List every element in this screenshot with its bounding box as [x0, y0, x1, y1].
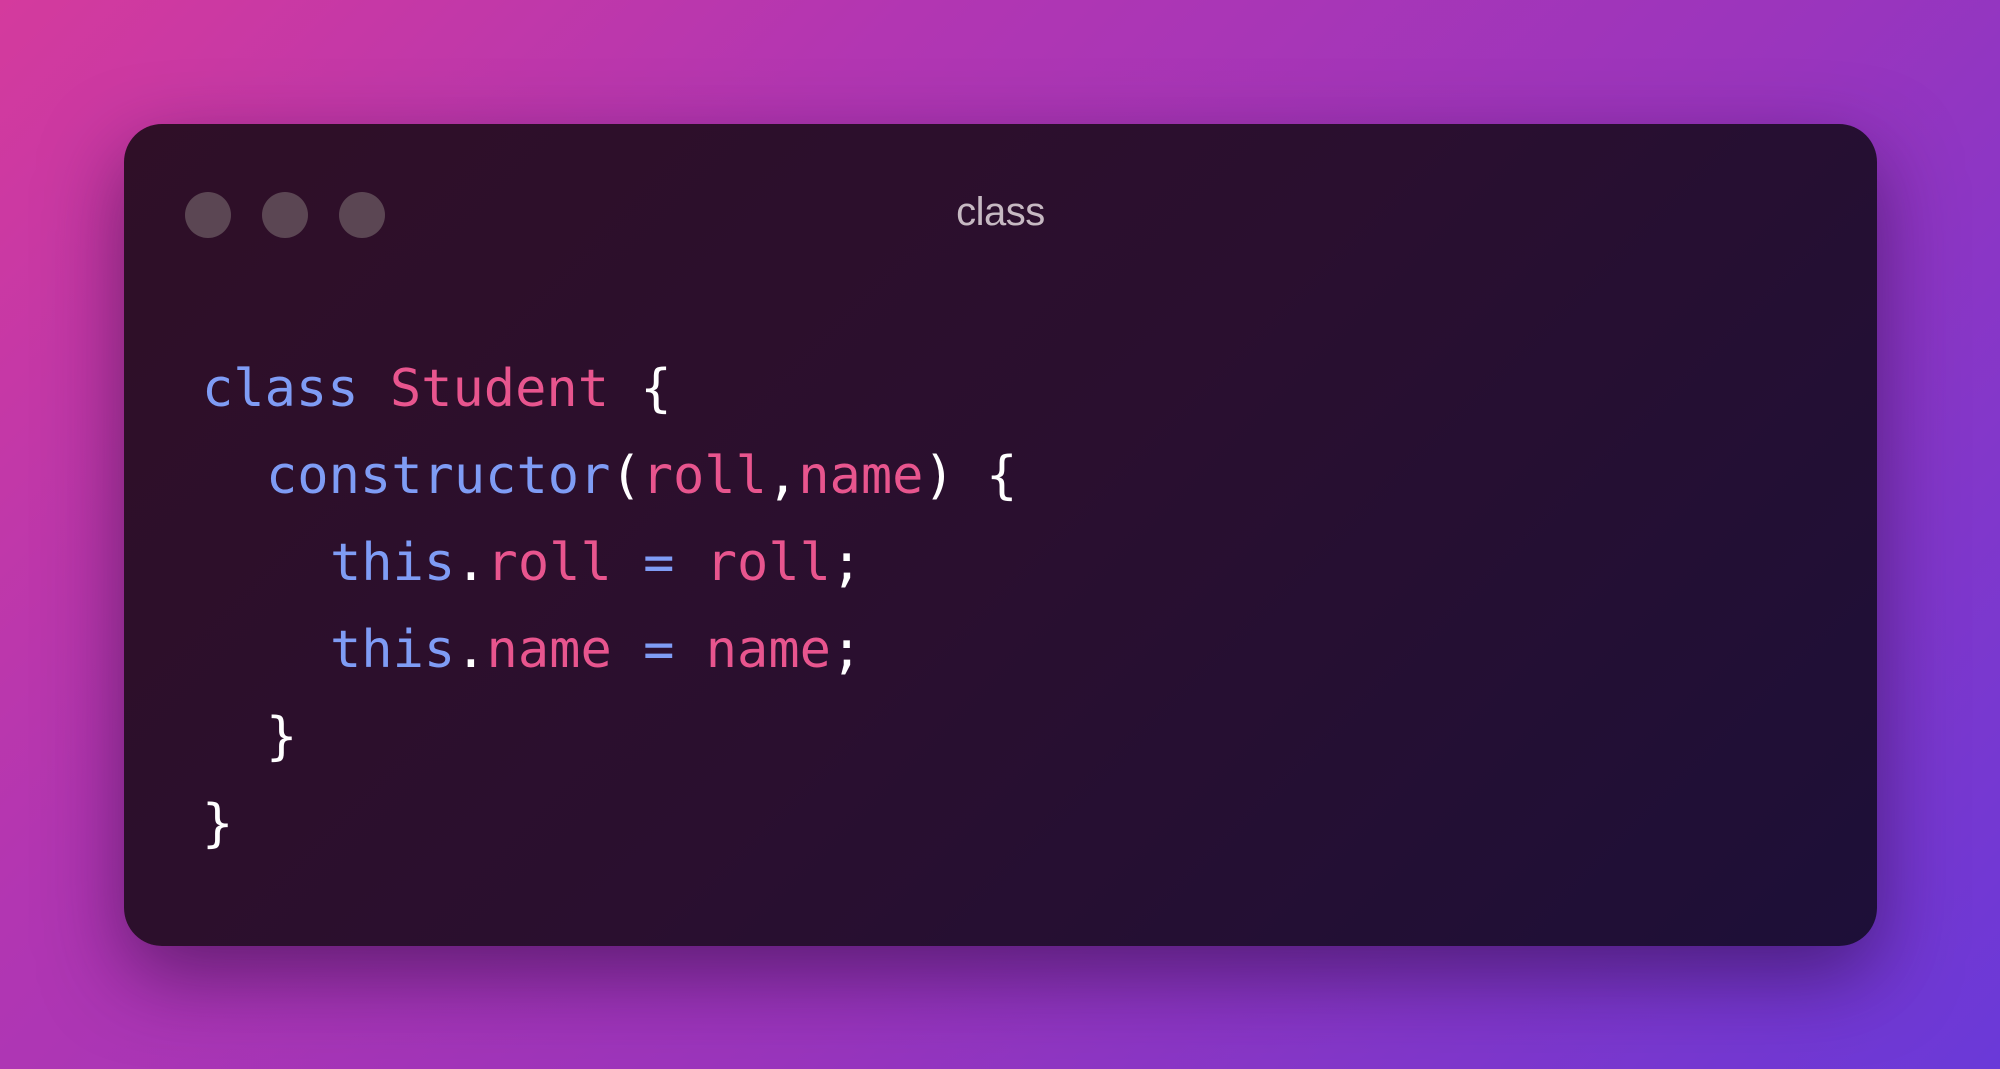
code-line: } [202, 781, 1017, 868]
identifier-token: name [705, 620, 831, 680]
punctuation-token: ; [830, 620, 863, 680]
keyword-token: this [330, 620, 456, 680]
property-token: name [486, 620, 612, 680]
code-line: constructor(roll,name) { [202, 433, 1017, 520]
punctuation-token: ; [830, 533, 863, 593]
code-block: class Student {constructor(roll,name) {t… [202, 346, 1017, 868]
keyword-token: this [330, 533, 456, 593]
operator-token: = [611, 533, 706, 593]
keyword-token: class [202, 359, 359, 419]
punctuation-token: ( [610, 446, 642, 506]
parameter-token: roll [641, 446, 767, 506]
method-name-token: constructor [266, 446, 611, 506]
punctuation-token: { [609, 359, 672, 419]
code-window: class class Student {constructor(roll,na… [124, 124, 1877, 946]
code-line: class Student { [202, 346, 1017, 433]
code-line: } [202, 694, 1017, 781]
punctuation-token: . [455, 620, 487, 680]
punctuation-token: ) { [923, 446, 1018, 506]
class-name-token: Student [389, 359, 610, 419]
code-line: this.roll = roll; [202, 520, 1017, 607]
punctuation-token: } [202, 794, 234, 854]
property-token: roll [486, 533, 612, 593]
punctuation-token: } [266, 707, 298, 767]
parameter-token: name [798, 446, 924, 506]
identifier-token: roll [705, 533, 831, 593]
code-line: this.name = name; [202, 607, 1017, 694]
window-title: class [956, 190, 1045, 234]
punctuation-token: . [455, 533, 487, 593]
punctuation-token: , [766, 446, 799, 506]
operator-token: = [611, 620, 706, 680]
